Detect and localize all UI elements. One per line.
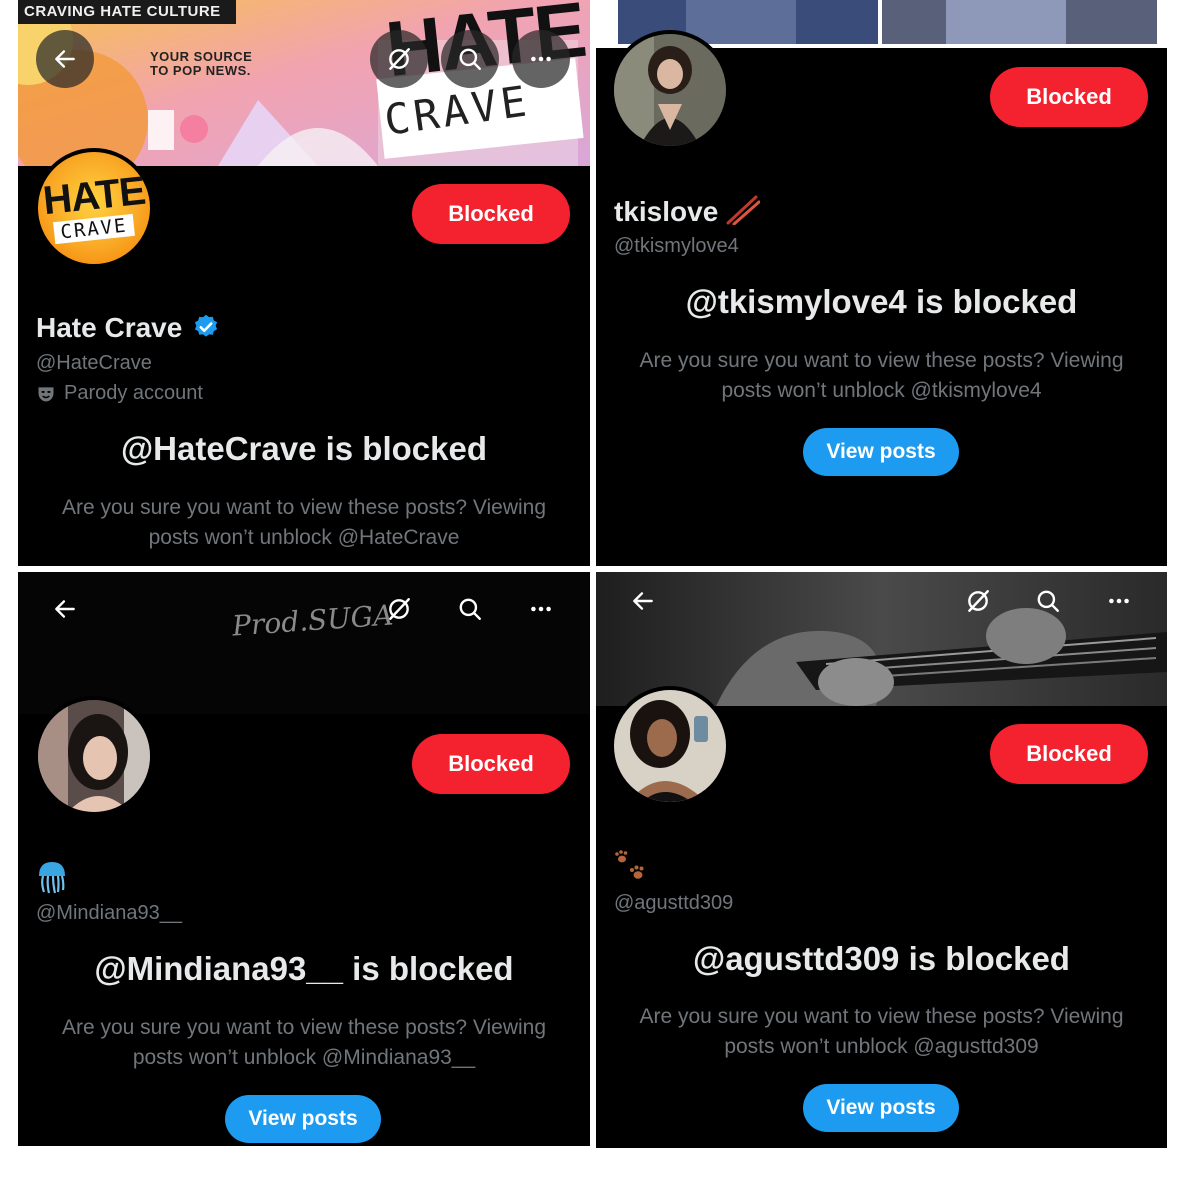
profile-panel-hatecrave: CRAVING HATE CULTURE YOUR SOURCE TO POP … [18,0,590,566]
avatar[interactable] [610,30,730,150]
avatar-logo-hate: HATE [40,168,147,224]
confirm-message: Are you sure you want to view these post… [639,349,1124,402]
back-button[interactable] [36,30,94,88]
banner-tagline: YOUR SOURCE TO POP NEWS. [150,49,253,78]
search-button[interactable] [441,30,499,88]
more-button[interactable] [1090,572,1148,630]
blocked-title: @HateCrave is blocked [121,430,487,467]
more-icon [528,596,554,622]
view-posts-button[interactable]: View posts [803,1084,959,1132]
grok-icon [386,596,412,622]
display-name: Hate Crave [36,312,220,344]
blocked-title: @agusttd309 is blocked [693,940,1070,977]
chopsticks-emoji-icon [726,195,761,226]
profile-banner: CRAVING HATE CULTURE YOUR SOURCE TO POP … [18,0,590,166]
jellyfish-emoji-icon [39,862,65,894]
blocked-button[interactable]: Blocked [412,734,570,794]
search-icon [457,596,483,622]
back-button[interactable] [614,572,672,630]
more-button[interactable] [512,30,570,88]
user-handle: @HateCrave [36,352,152,374]
confirm-message: Are you sure you want to view these post… [61,496,547,549]
blocked-title: @tkismylove4 is blocked [685,283,1078,320]
avatar-photo [614,34,726,146]
back-arrow-icon [630,588,656,614]
more-icon [528,46,554,72]
blocked-button[interactable]: Blocked [990,724,1148,784]
verified-badge-icon [195,314,218,337]
grok-button[interactable] [370,30,428,88]
profile-banner [596,572,1167,706]
view-posts-button[interactable]: View posts [803,428,959,476]
more-icon [1106,588,1132,614]
grok-icon [965,588,991,614]
view-posts-button[interactable]: View posts [225,1095,381,1143]
user-handle: @tkismylove4 [614,235,739,257]
blocked-button[interactable]: Blocked [412,184,570,244]
profile-panel-agusttd309: Blocked @agusttd309 @agusttd309 is block… [596,572,1167,1148]
back-arrow-icon [52,46,78,72]
search-icon [457,46,483,72]
banner-top-text: CRAVING HATE CULTURE [24,3,221,20]
grok-button[interactable] [949,572,1007,630]
user-handle: @Mindiana93__ [36,902,182,924]
banner-image [596,572,1167,706]
avatar-photo [38,700,150,812]
blocked-title: @Mindiana93__ is blocked [94,950,514,987]
profile-panel-tkismylove4: Blocked tkislove @tkismylove4 @tkismylov… [596,0,1167,566]
search-icon [1035,588,1061,614]
avatar-photo [614,690,726,802]
search-button[interactable] [441,580,499,638]
grok-icon [386,46,412,72]
parody-label: Parody account [36,382,203,405]
search-button[interactable] [1019,572,1077,630]
bottom-margin [0,1148,1200,1200]
more-button[interactable] [512,580,570,638]
confirm-message: Are you sure you want to view these post… [639,1005,1124,1058]
display-name: tkislove [614,195,761,228]
paw-prints-emoji-icon [615,850,644,879]
blocked-button[interactable]: Blocked [990,67,1148,127]
parody-mask-icon [38,386,54,401]
avatar[interactable] [610,686,730,806]
avatar[interactable]: HATE CRAVE [34,148,154,268]
avatar[interactable] [34,696,154,816]
back-arrow-icon [52,596,78,622]
user-handle: @agusttd309 [614,892,734,914]
profile-banner: Prod.SUGA [18,572,590,714]
back-button[interactable] [36,580,94,638]
grok-button[interactable] [370,580,428,638]
profile-panel-mindiana93: Prod.SUGA Blocked @Mindiana93__ @Mindian… [18,572,590,1146]
confirm-message: Are you sure you want to view these post… [61,1016,547,1069]
